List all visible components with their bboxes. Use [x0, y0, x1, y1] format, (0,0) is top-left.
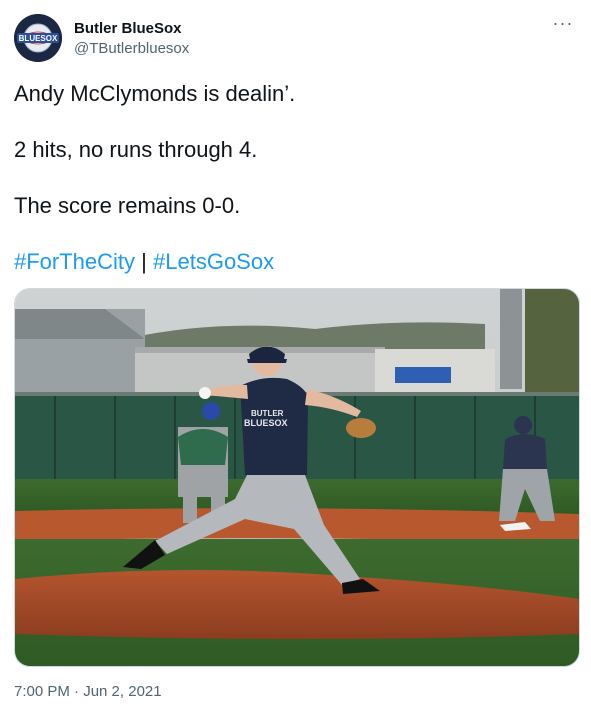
user-handle[interactable]: @TButlerbluesox: [74, 39, 189, 59]
tweet-line: 2 hits, no runs through 4.: [14, 137, 258, 162]
hashtag-line: #ForTheCity | #LetsGoSox: [14, 248, 574, 276]
avatar-logo-text: BLUESOX: [19, 34, 58, 43]
tweet-line: The score remains 0-0.: [14, 193, 241, 218]
hashtag-link[interactable]: #ForTheCity: [14, 249, 135, 274]
tweet-photo[interactable]: BUTLER BLUESOX: [14, 288, 580, 667]
hashtag-link[interactable]: #LetsGoSox: [153, 249, 274, 274]
bluesox-logo-icon: BLUESOX: [14, 14, 62, 62]
tweet-header: BLUESOX Butler BlueSox @TButlerbluesox ·…: [14, 14, 577, 64]
tweet-text: Andy McClymonds is dealin’. 2 hits, no r…: [14, 80, 574, 304]
hashtag-separator: |: [141, 249, 147, 274]
user-meta: Butler BlueSox @TButlerbluesox: [74, 19, 189, 59]
profile-avatar[interactable]: BLUESOX: [14, 14, 62, 62]
more-horizontal-icon[interactable]: ···: [551, 14, 575, 34]
jersey-text-top: BUTLER: [251, 409, 284, 418]
baseball-pitcher-photo: BUTLER BLUESOX: [15, 289, 579, 666]
jersey-text-bottom: BLUESOX: [244, 418, 288, 428]
tweet-line: Andy McClymonds is dealin’.: [14, 81, 296, 106]
tweet-timestamp[interactable]: 7:00 PM · Jun 2, 2021: [14, 682, 162, 702]
display-name[interactable]: Butler BlueSox: [74, 19, 189, 39]
